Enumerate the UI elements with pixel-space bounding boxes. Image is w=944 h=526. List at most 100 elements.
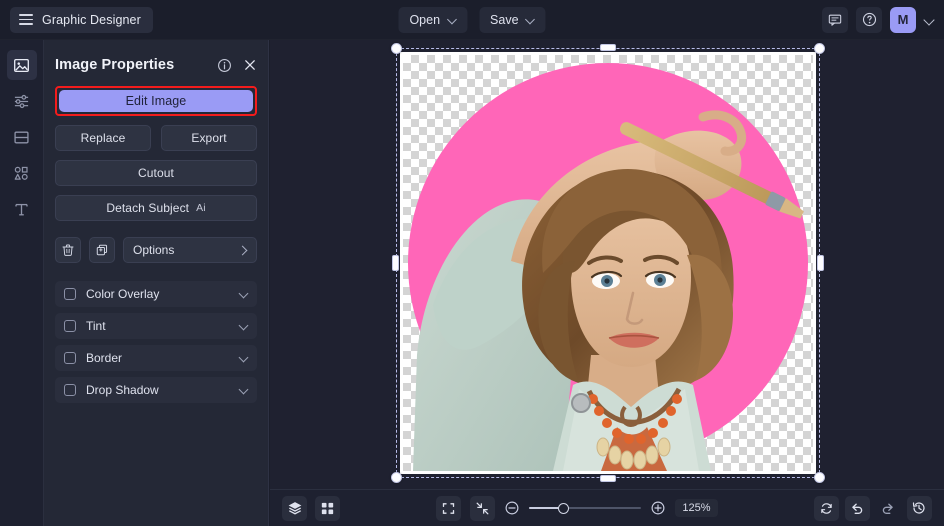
ai-badge: Ai — [196, 202, 206, 214]
cutout-button[interactable]: Cutout — [55, 160, 257, 186]
resize-handle-bottom-center[interactable] — [600, 475, 616, 482]
effects-list: Color Overlay Tint Border Drop Shadow — [55, 281, 257, 403]
resize-handle-right-center[interactable] — [817, 255, 824, 271]
avatar-initial: M — [898, 12, 909, 27]
bottom-left-tools — [282, 496, 340, 521]
chevron-down-icon[interactable] — [239, 354, 248, 363]
comment-button[interactable] — [822, 7, 848, 33]
resize-handle-bottom-left[interactable] — [391, 472, 402, 483]
options-button[interactable]: Options — [123, 237, 257, 263]
duplicate-icon — [95, 243, 109, 257]
left-tool-rail — [0, 40, 44, 526]
app-root: Graphic Designer Open Save — [0, 0, 944, 526]
help-button[interactable] — [856, 7, 882, 33]
zoom-out-button[interactable] — [504, 500, 520, 516]
zoom-in-button[interactable] — [650, 500, 666, 516]
rail-item-adjustments[interactable] — [7, 86, 37, 116]
resize-handle-top-left[interactable] — [391, 43, 402, 54]
zoom-to-fit-icon — [475, 501, 490, 516]
undo-icon — [849, 500, 865, 516]
replace-button[interactable]: Replace — [55, 125, 151, 151]
checkbox-border[interactable] — [64, 352, 76, 364]
zoom-slider[interactable] — [529, 501, 641, 515]
hamburger-icon — [19, 14, 33, 25]
canvas-area[interactable] — [270, 40, 944, 489]
chevron-down-icon[interactable] — [239, 322, 248, 331]
panel-header-actions — [217, 58, 257, 73]
redo-button[interactable] — [876, 496, 901, 521]
resize-handle-bottom-right[interactable] — [814, 472, 825, 483]
effect-row-border[interactable]: Border — [55, 345, 257, 371]
open-label: Open — [409, 13, 440, 27]
history-button[interactable] — [907, 496, 932, 521]
object-tools-row: Options — [55, 237, 257, 263]
save-menu-button[interactable]: Save — [479, 7, 546, 33]
replace-export-row: Replace Export — [55, 125, 257, 151]
rail-item-shapes[interactable] — [7, 158, 37, 188]
layers-button[interactable] — [282, 496, 307, 521]
zoom-level-label[interactable]: 125% — [675, 499, 717, 517]
chevron-down-icon — [448, 16, 456, 24]
fit-screen-icon — [441, 501, 456, 516]
options-label: Options — [133, 243, 174, 257]
avatar[interactable]: M — [890, 7, 916, 33]
refresh-icon — [819, 501, 834, 516]
image-icon — [13, 57, 30, 74]
account-chevron-down-icon[interactable] — [924, 15, 934, 25]
undo-button[interactable] — [845, 496, 870, 521]
layout-icon — [13, 129, 30, 146]
plus-circle-icon — [650, 500, 666, 516]
chevron-down-icon[interactable] — [239, 386, 248, 395]
effect-row-color-overlay[interactable]: Color Overlay — [55, 281, 257, 307]
zoom-to-fit-button[interactable] — [470, 496, 495, 521]
history-controls — [814, 496, 932, 521]
adjustments-icon — [13, 93, 30, 110]
top-bar-center: Open Save — [398, 7, 545, 33]
info-circle-icon — [217, 58, 232, 73]
zoom-slider-knob[interactable] — [558, 503, 569, 514]
export-button[interactable]: Export — [161, 125, 257, 151]
rail-item-image[interactable] — [7, 50, 37, 80]
edit-image-button[interactable]: Edit Image — [59, 90, 253, 112]
close-panel-button[interactable] — [243, 58, 257, 72]
effect-label: Tint — [86, 319, 106, 333]
layers-icon — [287, 500, 303, 516]
rail-item-layout[interactable] — [7, 122, 37, 152]
panel-header: Image Properties — [55, 40, 257, 84]
shapes-icon — [13, 165, 30, 182]
effect-row-tint[interactable]: Tint — [55, 313, 257, 339]
resize-handle-left-center[interactable] — [392, 255, 399, 271]
edit-image-highlight: Edit Image — [55, 86, 257, 116]
selection-outline — [396, 48, 820, 478]
checkbox-drop-shadow[interactable] — [64, 384, 76, 396]
chevron-right-icon — [239, 246, 247, 254]
comment-icon — [828, 13, 842, 27]
panel-title: Image Properties — [55, 57, 174, 73]
save-label: Save — [490, 13, 519, 27]
open-menu-button[interactable]: Open — [398, 7, 467, 33]
delete-button[interactable] — [55, 237, 81, 263]
close-icon — [243, 58, 257, 72]
fit-screen-button[interactable] — [436, 496, 461, 521]
effect-row-drop-shadow[interactable]: Drop Shadow — [55, 377, 257, 403]
rail-item-text[interactable] — [7, 194, 37, 224]
checkbox-tint[interactable] — [64, 320, 76, 332]
top-bar-right: M — [822, 7, 934, 33]
top-bar: Graphic Designer Open Save — [0, 0, 944, 40]
detach-subject-button[interactable]: Detach Subject Ai — [55, 195, 257, 221]
grid-button[interactable] — [315, 496, 340, 521]
selected-image-object[interactable] — [396, 48, 820, 478]
resize-handle-top-right[interactable] — [814, 43, 825, 54]
resize-handle-top-center[interactable] — [600, 44, 616, 51]
redo-icon — [880, 500, 896, 516]
reset-button[interactable] — [814, 496, 839, 521]
duplicate-button[interactable] — [89, 237, 115, 263]
chevron-down-icon[interactable] — [239, 290, 248, 299]
checkbox-color-overlay[interactable] — [64, 288, 76, 300]
effect-label: Color Overlay — [86, 287, 159, 301]
effect-label: Border — [86, 351, 122, 365]
help-circle-icon — [862, 12, 877, 27]
effect-label: Drop Shadow — [86, 383, 159, 397]
info-button[interactable] — [217, 58, 232, 73]
app-menu-button[interactable]: Graphic Designer — [10, 7, 153, 33]
